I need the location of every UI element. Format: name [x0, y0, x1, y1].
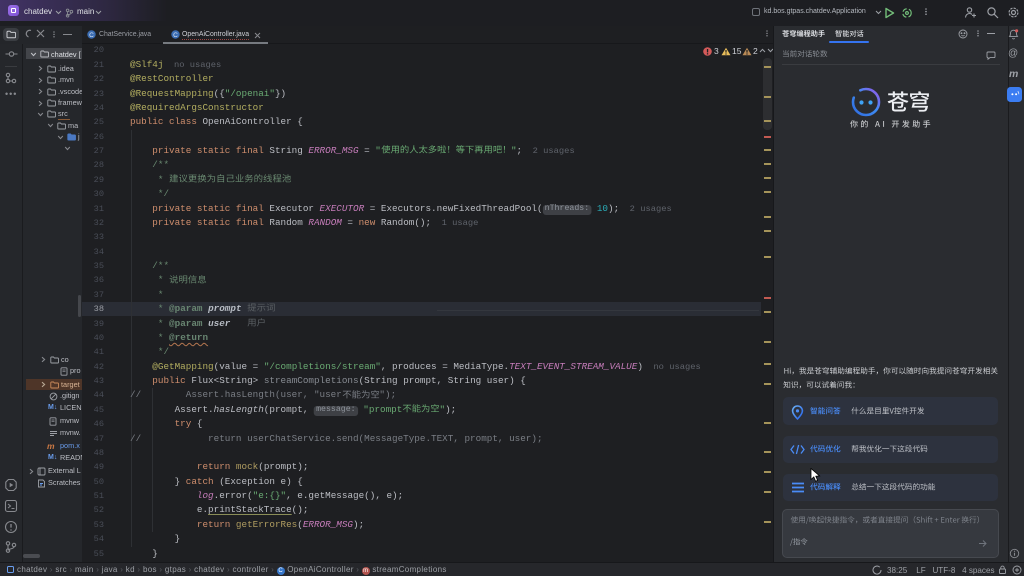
svg-text:C: C	[173, 32, 178, 39]
svg-text:C: C	[89, 32, 94, 39]
